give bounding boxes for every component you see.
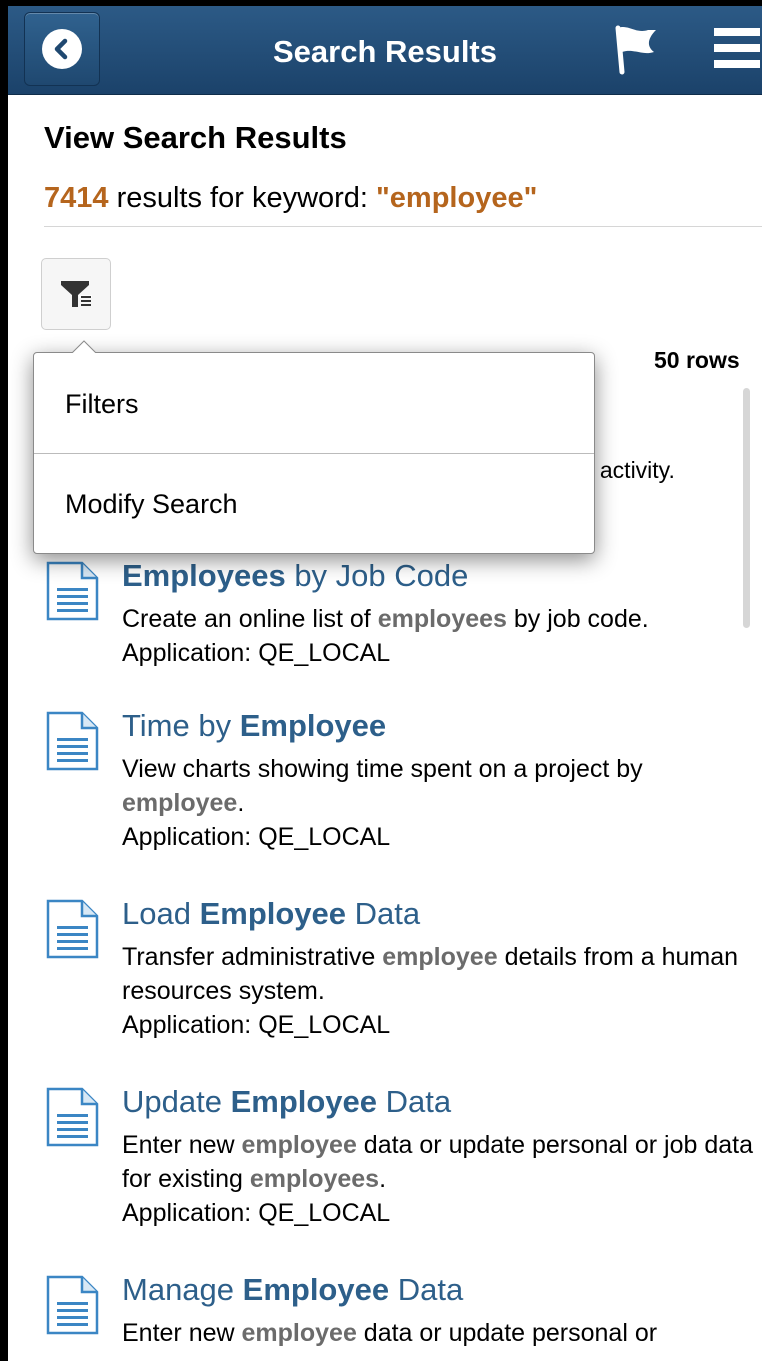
description-text: Transfer administrative: [122, 943, 383, 971]
divider: [44, 226, 762, 227]
header-bar: Search Results: [8, 6, 762, 95]
popup-arrow: [71, 340, 97, 354]
filter-popup-menu: Filters Modify Search: [33, 340, 595, 554]
result-title-link[interactable]: Load Employee Data: [122, 896, 420, 932]
menu-item-label: Filters: [65, 388, 139, 419]
results-summary: 7414 results for keyword: "employee": [44, 182, 537, 215]
keyword-highlight: employee: [122, 789, 238, 817]
result-description: Create an online list of employees by jo…: [122, 602, 762, 670]
result-title-text: Data: [389, 1272, 464, 1307]
description-text: View charts showing time spent on a proj…: [122, 755, 643, 783]
keyword-highlight: employees: [377, 605, 507, 633]
description-text: Enter new: [122, 1319, 242, 1347]
obscured-result-text: y activity.: [582, 457, 675, 483]
result-title-highlight: Employee: [242, 1272, 390, 1307]
result-application: Application: QE_LOCAL: [122, 1011, 391, 1039]
filter-icon: [61, 281, 92, 307]
result-title-text: Update: [122, 1084, 231, 1119]
result-title-text: Manage: [122, 1272, 243, 1307]
menu-item-modify-search[interactable]: Modify Search: [34, 455, 594, 553]
results-count-text: results for keyword:: [108, 182, 377, 214]
result-title-highlight: Employee: [230, 1084, 378, 1119]
keyword-highlight: employees: [249, 1165, 380, 1193]
result-title-text: by Job Code: [285, 558, 469, 593]
result-description: Enter new employee data or update person…: [122, 1316, 762, 1350]
result-title-highlight: Employee: [239, 708, 387, 743]
keyword-highlight: employee: [382, 943, 498, 971]
menu-divider: [34, 453, 594, 454]
result-application: Application: QE_LOCAL: [122, 639, 391, 667]
document-icon[interactable]: [44, 560, 100, 622]
result-title-text: Data: [377, 1084, 452, 1119]
description-text: by job code.: [506, 605, 649, 633]
menu-item-label: Modify Search: [65, 488, 238, 519]
description-text: .: [379, 1165, 387, 1193]
document-icon[interactable]: [44, 1086, 100, 1148]
result-title-highlight: Employee: [199, 896, 347, 931]
result-description: View charts showing time spent on a proj…: [122, 752, 762, 854]
description-text: Create an online list of: [122, 605, 378, 633]
result-description: Transfer administrative employee details…: [122, 940, 762, 1042]
result-title-link[interactable]: Employees by Job Code: [122, 558, 468, 594]
result-title-text: Time by: [122, 708, 240, 743]
result-title-highlight: Employees: [122, 558, 286, 593]
menu-item-filters[interactable]: Filters: [34, 355, 594, 453]
search-keyword: "employee": [376, 182, 538, 214]
description-text: Enter new: [122, 1131, 242, 1159]
rows-count-label: 50 rows: [654, 347, 740, 373]
result-title-text: Data: [346, 896, 421, 931]
result-description: Enter new employee data or update person…: [122, 1128, 762, 1230]
result-application: Application: QE_LOCAL: [122, 823, 391, 851]
result-title-link[interactable]: Time by Employee: [122, 708, 386, 744]
description-text: .: [237, 789, 245, 817]
results-count: 7414: [44, 182, 109, 214]
result-application: Application: QE_LOCAL: [122, 1199, 391, 1227]
flag-icon[interactable]: [606, 20, 662, 76]
document-icon[interactable]: [44, 1274, 100, 1336]
keyword-highlight: employee: [241, 1131, 357, 1159]
window-left-border: [0, 0, 8, 1361]
filter-menu-button[interactable]: [41, 258, 111, 330]
scrollbar[interactable]: [743, 388, 750, 628]
document-icon[interactable]: [44, 898, 100, 960]
page-title: View Search Results: [44, 120, 347, 155]
result-title-link[interactable]: Manage Employee Data: [122, 1272, 463, 1308]
document-icon[interactable]: [44, 710, 100, 772]
result-title-text: Load: [122, 896, 200, 931]
description-text: data or update personal or: [356, 1319, 658, 1347]
keyword-highlight: employee: [241, 1319, 357, 1347]
result-title-link[interactable]: Update Employee Data: [122, 1084, 451, 1120]
hamburger-menu-icon[interactable]: [712, 26, 762, 70]
